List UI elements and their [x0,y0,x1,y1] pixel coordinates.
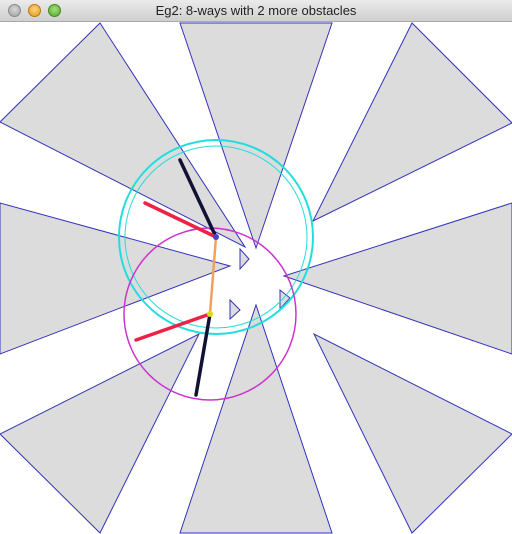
obstacle-bottom-left [0,332,201,534]
app-window: Eg2: 8-ways with 2 more obstacles [0,0,512,534]
obstacle-right [282,202,512,355]
scene-canvas[interactable] [0,22,512,534]
obstacles [0,22,512,534]
obstacle-bottom-right [312,332,512,534]
obstacle-top-right [311,22,512,223]
joint-lower [207,311,213,317]
title-bar[interactable]: Eg2: 8-ways with 2 more obstacles [0,0,512,22]
small-obstacle-1 [239,247,250,271]
window-title: Eg2: 8-ways with 2 more obstacles [155,3,357,18]
small-obstacle-2 [229,298,241,321]
joint-upper [213,234,219,240]
link-orange [208,235,218,316]
obstacle-bottom [179,303,333,534]
arm-red-lower [134,312,212,342]
